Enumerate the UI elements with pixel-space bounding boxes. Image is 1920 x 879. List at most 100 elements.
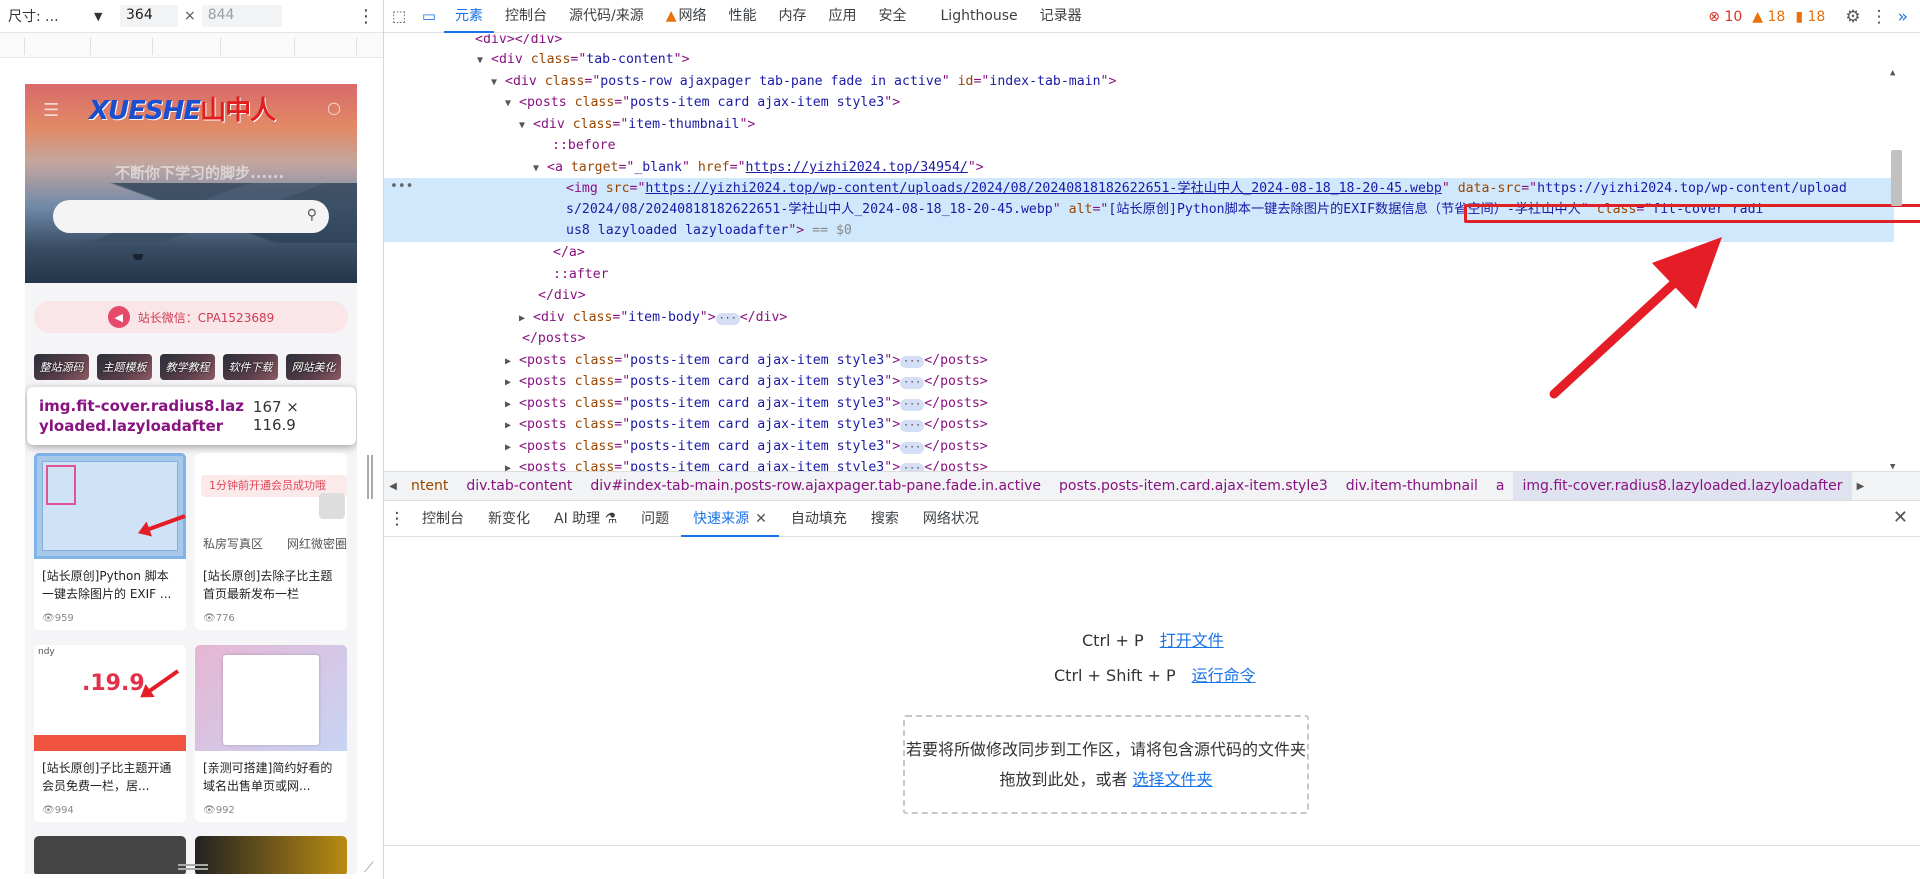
- post-card[interactable]: ndy .19.9 [站长原创]子比主题开通会员免费一栏，居... 👁994: [34, 645, 186, 822]
- dom-line-selected[interactable]: <img src="https://yizhi2024.top/wp-conte…: [384, 178, 1894, 200]
- tab-lighthouse[interactable]: Lighthouse: [930, 0, 1029, 33]
- scrollbar-thumb[interactable]: [1891, 150, 1902, 206]
- select-folder-link[interactable]: 选择文件夹: [1133, 770, 1213, 789]
- resize-handle[interactable]: [367, 455, 373, 499]
- drawer-menu-icon[interactable]: ⋮: [384, 509, 410, 529]
- more-options-icon[interactable]: ⋮: [1871, 7, 1888, 27]
- search-icon[interactable]: ○: [327, 98, 341, 117]
- expand-icon[interactable]: »: [1898, 7, 1908, 27]
- category-item[interactable]: 主题模板: [97, 354, 152, 380]
- chevron-down-icon[interactable]: ▼: [94, 10, 114, 23]
- close-tab-icon[interactable]: ✕: [755, 511, 767, 527]
- more-options-icon[interactable]: ⋮: [357, 6, 375, 27]
- inspect-element-icon[interactable]: ⬚: [384, 7, 414, 25]
- wechat-notice[interactable]: ◀ 站长微信：CPA1523689: [34, 301, 348, 333]
- breadcrumb-item[interactable]: div#index-tab-main.posts-row.ajaxpager.t…: [581, 472, 1050, 500]
- run-command-link[interactable]: 运行命令: [1192, 666, 1256, 685]
- dom-line[interactable]: </div>: [384, 285, 586, 307]
- drawer-tab-autofill[interactable]: 自动填充: [779, 501, 859, 537]
- post-thumbnail[interactable]: [34, 836, 186, 874]
- close-drawer-icon[interactable]: ✕: [1893, 507, 1908, 528]
- post-title[interactable]: [站长原创]子比主题开通会员免费一栏，居...: [34, 751, 186, 799]
- category-item[interactable]: 整站源码: [34, 354, 89, 380]
- chevron-left-icon[interactable]: ◀: [384, 481, 402, 492]
- tab-performance[interactable]: 性能: [718, 0, 768, 33]
- dom-line[interactable]: ::after: [384, 264, 609, 286]
- status-badges[interactable]: ⊗ 10 ▲ 18 ▮ 18 ⚙ ⋮ »: [1708, 0, 1920, 33]
- site-logo[interactable]: XUESHE山中人: [89, 90, 276, 127]
- resize-handle-bottom[interactable]: [178, 864, 208, 870]
- post-thumbnail[interactable]: [195, 836, 347, 874]
- search-icon[interactable]: ⚲: [307, 207, 317, 223]
- resize-corner-icon[interactable]: ⟋: [364, 860, 374, 876]
- post-thumbnail[interactable]: 1分钟前开通会员成功哦 私房写真区 网红微密圈: [195, 453, 347, 559]
- breadcrumb-item[interactable]: posts.posts-item.card.ajax-item.style3: [1050, 472, 1337, 500]
- folder-drop-zone[interactable]: 若要将所做修改同步到工作区，请将包含源代码的文件夹 拖放到此处，或者 选择文件夹: [903, 715, 1309, 814]
- scroll-down-icon[interactable]: ▼: [1890, 462, 1895, 471]
- breadcrumb-item[interactable]: a: [1487, 472, 1514, 500]
- gear-icon[interactable]: ⚙: [1845, 7, 1860, 27]
- dimensions-select[interactable]: 尺寸: ...: [8, 6, 88, 26]
- post-title[interactable]: [站长原创]Python 脚本一键去除图片的 EXIF ...: [34, 559, 186, 607]
- vertical-scrollbar[interactable]: ▲ ▼: [1888, 68, 1904, 471]
- dom-line[interactable]: ▶ <posts class="posts-item card ajax-item…: [384, 350, 988, 372]
- post-card[interactable]: [34, 836, 186, 874]
- scroll-up-icon[interactable]: ▲: [1890, 68, 1895, 78]
- breadcrumb-item[interactable]: div.item-thumbnail: [1337, 472, 1487, 500]
- post-card[interactable]: [站长原创]Python 脚本一键去除图片的 EXIF ... 👁959: [34, 453, 186, 630]
- chevron-right-icon[interactable]: ▶: [1852, 481, 1870, 492]
- dom-line[interactable]: ▶ <posts class="posts-item card ajax-item…: [384, 371, 988, 393]
- post-thumbnail-highlighted[interactable]: [34, 453, 186, 559]
- post-title[interactable]: [站长原创]去除子比主题首页最新发布一栏: [195, 559, 347, 607]
- width-input[interactable]: 364: [120, 5, 178, 27]
- post-card[interactable]: 1分钟前开通会员成功哦 私房写真区 网红微密圈 [站长原创]去除子比主题首页最新…: [195, 453, 347, 630]
- dom-line[interactable]: </a>: [384, 242, 585, 264]
- menu-icon[interactable]: ☰: [43, 100, 59, 121]
- device-toolbar-icon[interactable]: ▭: [414, 7, 444, 25]
- dom-line[interactable]: ▶ <posts class="posts-item card ajax-item…: [384, 436, 988, 458]
- dom-line[interactable]: ▶ <posts class="posts-item card ajax-item…: [384, 414, 988, 436]
- category-item[interactable]: 教学教程: [160, 354, 215, 380]
- tab-application[interactable]: 应用: [818, 0, 868, 33]
- dom-line[interactable]: ▼ <a target="_blank" href="https://yizhi2…: [384, 157, 984, 179]
- height-input[interactable]: 844: [201, 5, 282, 27]
- drawer-tab-search[interactable]: 搜索: [859, 501, 911, 537]
- breadcrumb-item[interactable]: div.tab-content: [457, 472, 581, 500]
- tab-sources[interactable]: 源代码/来源: [558, 0, 655, 33]
- dom-line[interactable]: ▼ <div class="posts-row ajaxpager tab-pan…: [384, 71, 1116, 93]
- tab-memory[interactable]: 内存: [768, 0, 818, 33]
- breadcrumb-item-current[interactable]: img.fit-cover.radius8.lazyloaded.lazyloa…: [1513, 472, 1852, 500]
- post-thumbnail[interactable]: ndy .19.9: [34, 645, 186, 751]
- open-file-link[interactable]: 打开文件: [1160, 631, 1224, 650]
- dom-line[interactable]: ::before: [384, 135, 616, 157]
- drawer-tab-issues[interactable]: 问题: [629, 501, 681, 537]
- post-thumbnail[interactable]: [195, 645, 347, 751]
- post-title[interactable]: [亲测可搭建]简约好看的域名出售单页或网...: [195, 751, 347, 799]
- category-item[interactable]: 网站美化: [286, 354, 341, 380]
- tab-console[interactable]: 控制台: [494, 0, 558, 33]
- post-card[interactable]: [亲测可搭建]简约好看的域名出售单页或网... 👁992: [195, 645, 347, 822]
- tab-security[interactable]: 安全: [868, 0, 918, 33]
- category-item[interactable]: 软件下载: [223, 354, 278, 380]
- tab-recorder[interactable]: 记录器: [1029, 0, 1093, 33]
- breadcrumb-item[interactable]: ntent: [402, 472, 457, 500]
- dom-line[interactable]: ▼ <posts class="posts-item card ajax-item…: [384, 92, 900, 114]
- dom-line[interactable]: </posts>: [384, 328, 586, 350]
- drawer-tab-ai-assistant[interactable]: AI 助理 ⚗: [542, 501, 629, 537]
- dom-line[interactable]: ▶ <posts class="posts-item card ajax-item…: [384, 457, 988, 471]
- more-actions-icon[interactable]: •••: [390, 179, 413, 194]
- tab-network[interactable]: ▲ 网络: [655, 0, 718, 33]
- dom-line[interactable]: ▼ <div class="item-thumbnail">: [384, 114, 755, 136]
- tab-elements[interactable]: 元素: [444, 0, 494, 33]
- post-card[interactable]: [195, 836, 347, 874]
- error-count[interactable]: ⊗ 10: [1708, 9, 1742, 25]
- drawer-tab-network-conditions[interactable]: 网络状况: [911, 501, 991, 537]
- dom-line[interactable]: ▶ <div class="item-body"> ··· </div>: [384, 307, 787, 329]
- issue-count[interactable]: ▮ 18: [1795, 9, 1825, 25]
- warning-count[interactable]: ▲ 18: [1752, 9, 1785, 25]
- dom-line[interactable]: ▼ <div class="tab-content">: [384, 49, 690, 71]
- search-input[interactable]: ⚲: [53, 200, 329, 233]
- drawer-tab-console[interactable]: 控制台: [410, 501, 476, 537]
- dom-line[interactable]: ▶ <posts class="posts-item card ajax-item…: [384, 393, 988, 415]
- drawer-tab-quick-source[interactable]: 快速来源 ✕: [681, 501, 779, 537]
